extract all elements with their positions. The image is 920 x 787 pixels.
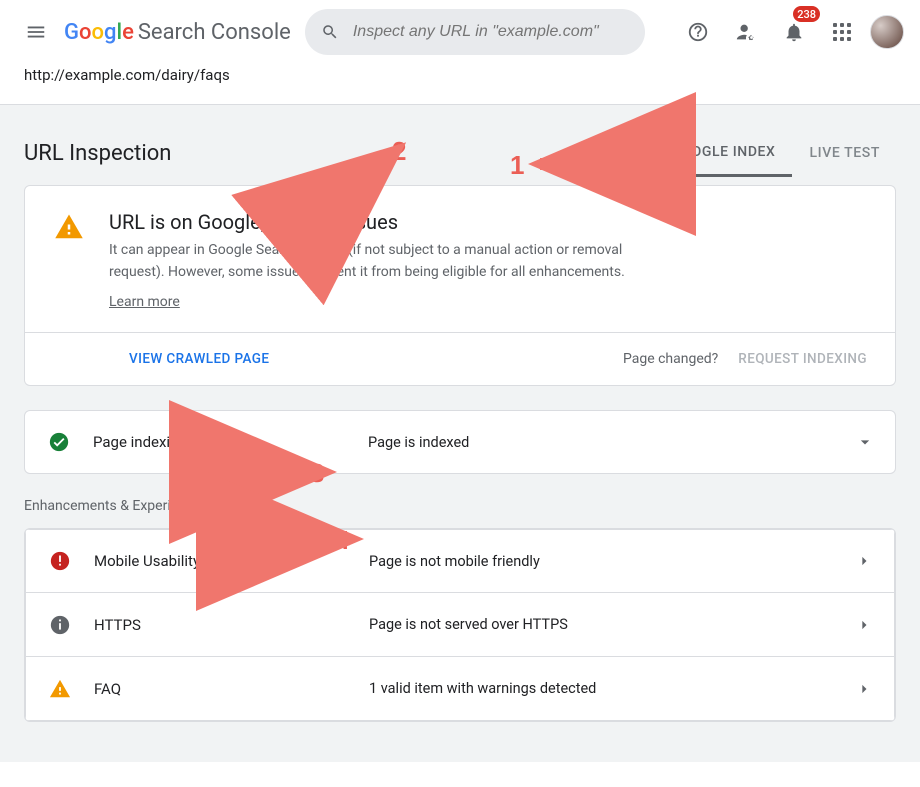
- page-indexing-label: Page indexing: [93, 433, 348, 451]
- request-indexing-button[interactable]: REQUEST INDEXING: [738, 351, 867, 367]
- help-icon: [687, 21, 709, 43]
- page-changed-label: Page changed?: [623, 351, 718, 367]
- menu-button[interactable]: [16, 12, 56, 52]
- user-gear-icon: [735, 21, 757, 43]
- view-crawled-page-button[interactable]: VIEW CRAWLED PAGE: [129, 351, 269, 367]
- chevron-right-icon: [854, 615, 874, 635]
- page-title: URL Inspection: [24, 141, 171, 166]
- tab-live-test[interactable]: LIVE TEST: [794, 129, 896, 177]
- check-circle-icon: [48, 431, 70, 453]
- tab-google-index[interactable]: GOOGLE INDEX: [655, 129, 791, 177]
- url-search-field[interactable]: [305, 9, 645, 55]
- help-button[interactable]: [678, 12, 718, 52]
- error-circle-icon: [49, 550, 71, 572]
- warning-triangle-icon: [54, 212, 84, 242]
- bell-icon: [783, 21, 805, 43]
- chevron-down-icon: [855, 432, 875, 452]
- faq-row[interactable]: FAQ 1 valid item with warnings detected: [25, 657, 895, 721]
- mobile-usability-label: Mobile Usability: [94, 552, 349, 570]
- url-search-input[interactable]: [351, 22, 629, 42]
- inspected-url: http://example.com/dairy/faqs: [0, 64, 920, 104]
- apps-grid-icon: [833, 23, 851, 41]
- info-circle-icon: [49, 614, 71, 636]
- status-description: It can appear in Google Search results (…: [109, 240, 669, 283]
- app-logo: Google Search Console: [64, 20, 291, 45]
- menu-icon: [25, 21, 47, 43]
- learn-more-link[interactable]: Learn more: [109, 294, 180, 310]
- app-name-suffix: Search Console: [138, 20, 291, 45]
- status-card: URL is on Google, but has issues It can …: [24, 185, 896, 386]
- enhancements-section-label: Enhancements & Experience: [24, 498, 896, 514]
- mobile-usability-row[interactable]: Mobile Usability Page is not mobile frie…: [25, 529, 895, 593]
- https-label: HTTPS: [94, 616, 349, 634]
- page-indexing-row[interactable]: Page indexing Page is indexed: [24, 410, 896, 474]
- search-icon: [321, 22, 339, 42]
- https-value: Page is not served over HTTPS: [369, 616, 834, 633]
- notifications-button[interactable]: 238: [774, 12, 814, 52]
- page-indexing-value: Page is indexed: [368, 434, 835, 451]
- mobile-usability-value: Page is not mobile friendly: [369, 553, 834, 570]
- chevron-right-icon: [854, 679, 874, 699]
- https-row[interactable]: HTTPS Page is not served over HTTPS: [25, 593, 895, 657]
- users-settings-button[interactable]: [726, 12, 766, 52]
- notifications-badge: 238: [793, 6, 820, 22]
- faq-label: FAQ: [94, 680, 349, 698]
- faq-value: 1 valid item with warnings detected: [369, 680, 834, 697]
- warning-triangle-icon: [49, 678, 71, 700]
- status-heading: URL is on Google, but has issues: [109, 210, 669, 234]
- apps-button[interactable]: [822, 12, 862, 52]
- account-avatar[interactable]: [870, 15, 904, 49]
- chevron-right-icon: [854, 551, 874, 571]
